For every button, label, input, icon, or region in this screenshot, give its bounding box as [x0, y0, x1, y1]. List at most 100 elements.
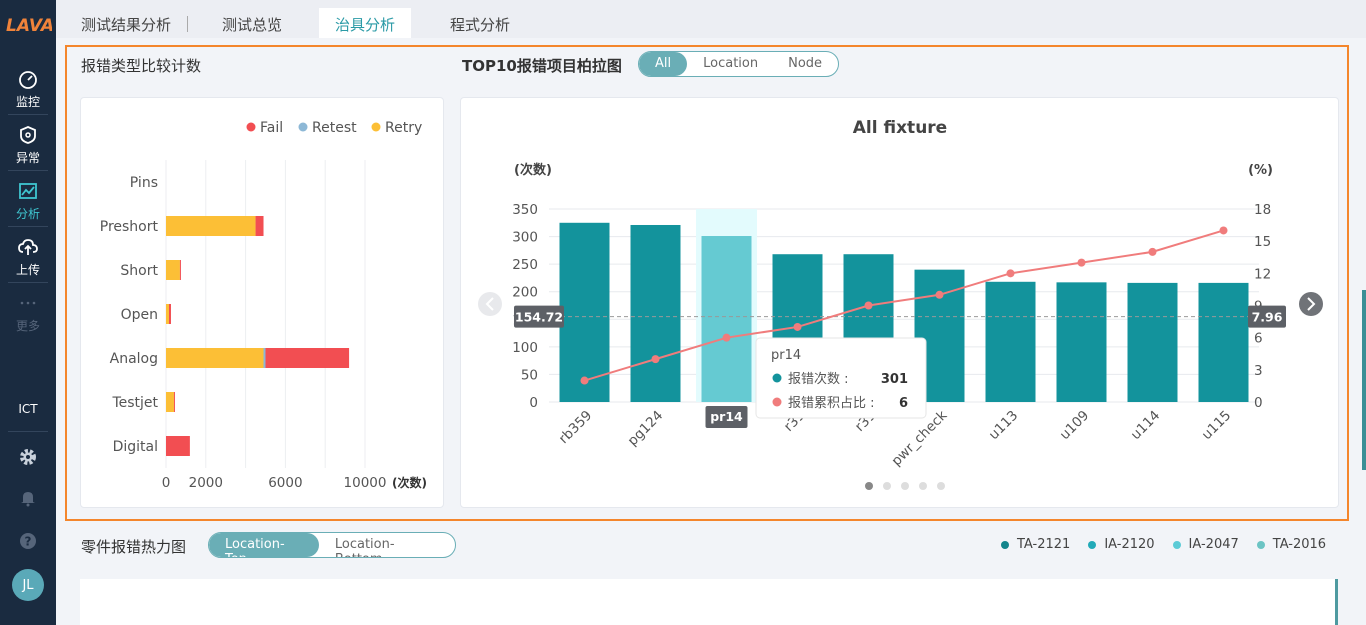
- heatmap-panel: [80, 579, 1338, 625]
- x-axis-unit: (次数): [392, 475, 427, 490]
- x-tick-label: rb359: [556, 408, 596, 448]
- legend-item[interactable]: TA-2016: [1256, 537, 1327, 552]
- legend-item[interactable]: IA-2120: [1088, 537, 1155, 552]
- chevron-left-icon: [478, 292, 502, 316]
- location-bottom-button[interactable]: Location-Bottom: [319, 533, 455, 557]
- x-tick-label: u113: [986, 408, 1022, 444]
- chart-prev-button[interactable]: [478, 292, 502, 316]
- more-dots-icon: [20, 301, 36, 304]
- location-top-button[interactable]: Location-Top: [209, 533, 319, 557]
- y-tick-left: 200: [512, 285, 538, 301]
- legend-dot: [371, 122, 381, 132]
- y-tick-right: 12: [1254, 266, 1271, 282]
- nav-anomaly[interactable]: 异常: [0, 118, 56, 172]
- cumulative-point: [864, 301, 873, 310]
- tab-program-analysis[interactable]: 程式分析: [434, 8, 526, 38]
- gauge-icon: [19, 70, 37, 89]
- tooltip-value: 6: [899, 396, 908, 411]
- y-tick-right: 18: [1254, 202, 1271, 218]
- legend-dot: [1172, 540, 1181, 549]
- bar-segment-retry: [166, 216, 256, 236]
- pagination-dot[interactable]: [901, 482, 909, 490]
- bar-segment-retry: [166, 348, 264, 368]
- category-label: Open: [121, 307, 158, 323]
- y-axis-right-label: (%): [1248, 163, 1273, 178]
- nav-divider: [8, 431, 48, 432]
- category-label: Analog: [110, 351, 158, 367]
- x-tick-label: u109: [1057, 408, 1093, 444]
- tab-test-overview[interactable]: 测试总览: [206, 8, 298, 38]
- legend-label: TA-2121: [1017, 537, 1071, 552]
- bar-segment-fail: [255, 216, 264, 236]
- error-type-chart: Fail Retest Retry 0 2000 6000 10000 (次数) Pins Pre…: [100, 120, 427, 491]
- bar-segment-retry: [166, 392, 174, 412]
- gear-icon[interactable]: [18, 447, 38, 467]
- pareto-bar: [1056, 282, 1107, 402]
- y-tick-left: 50: [521, 367, 538, 383]
- category-label: Preshort: [100, 219, 159, 235]
- nav-more[interactable]: 更多: [0, 286, 56, 340]
- nav-monitor-label: 监控: [15, 94, 40, 109]
- legend-item[interactable]: TA-2121: [1001, 537, 1070, 552]
- svg-text:LAVA: LAVA: [6, 16, 52, 36]
- chart-title: All fixture: [853, 118, 947, 138]
- crosshair-right-value: 7.96: [1252, 310, 1283, 325]
- x-tick-label: 6000: [268, 475, 302, 491]
- chart-next-button[interactable]: [1299, 292, 1323, 316]
- tooltip-label: 报错次数 :: [788, 371, 849, 387]
- bar-segment-retry: [166, 304, 169, 324]
- y-tick-left: 350: [512, 202, 538, 218]
- pareto-bar: [1198, 282, 1249, 402]
- help-icon[interactable]: ?: [18, 531, 38, 551]
- x-tick-label: u114: [1128, 408, 1164, 444]
- filter-node-button[interactable]: Node: [772, 52, 836, 76]
- bar-segment-fail: [173, 392, 175, 412]
- pareto-chart: All fixture(次数)(%)0501001502002503003500…: [478, 118, 1323, 490]
- nav-divider: [8, 170, 48, 171]
- y-tick-left: 300: [512, 230, 538, 246]
- cloud-upload-icon: [18, 238, 38, 255]
- cumulative-point: [722, 333, 731, 342]
- tooltip-dot: [772, 397, 782, 407]
- legend-label: TA-2016: [1272, 537, 1327, 552]
- nav-analysis-label: 分析: [15, 206, 40, 221]
- legend-item[interactable]: IA-2047: [1172, 537, 1239, 552]
- pagination-dot[interactable]: [937, 482, 945, 490]
- legend-label: IA-2047: [1188, 537, 1239, 552]
- cumulative-point: [1219, 226, 1228, 235]
- pareto-bar: [701, 236, 752, 402]
- chart-line-icon: [19, 182, 37, 199]
- y-tick-left: 100: [512, 340, 538, 356]
- sidebar: LAVA 监控 异常 分析 上传 更多 ICT ? JL: [0, 0, 56, 625]
- category-label: Testjet: [111, 395, 158, 411]
- shield-alert-icon: [20, 125, 36, 144]
- pagination-dot[interactable]: [865, 482, 873, 490]
- chart-tooltip: pr14 报错次数 : 301 报错累积占比 : 6: [755, 337, 927, 419]
- nav-monitor[interactable]: 监控: [0, 62, 56, 116]
- y-tick-left: 250: [512, 257, 538, 273]
- pagination-dot[interactable]: [883, 482, 891, 490]
- y-tick-right: 6: [1254, 331, 1263, 347]
- filter-all-button[interactable]: All: [639, 52, 688, 76]
- pagination-dot[interactable]: [919, 482, 927, 490]
- crosshair-category-value: pr14: [710, 409, 743, 424]
- nav-upload[interactable]: 上传: [0, 230, 56, 284]
- svg-text:?: ?: [25, 535, 32, 549]
- y-tick-right: 0: [1254, 395, 1263, 411]
- bar-segment-fail: [179, 260, 181, 280]
- avatar[interactable]: JL: [12, 569, 44, 601]
- tab-test-result-analysis[interactable]: 测试结果分析: [65, 8, 187, 38]
- pareto-bar: [985, 281, 1036, 402]
- nav-upload-label: 上传: [15, 262, 40, 277]
- pareto-card: All fixture(次数)(%)0501001502002503003500…: [460, 97, 1339, 508]
- legend-dot: [1256, 540, 1265, 549]
- nav-analysis[interactable]: 分析: [0, 174, 56, 228]
- filter-location-button[interactable]: Location: [687, 52, 772, 76]
- bar-segment-fail: [168, 304, 171, 324]
- tab-fixture-analysis[interactable]: 治具分析: [319, 8, 412, 38]
- lava-logo[interactable]: LAVA: [4, 12, 52, 36]
- bell-icon[interactable]: [18, 488, 38, 508]
- page-scrollbar[interactable]: [1362, 290, 1366, 470]
- nav-divider: [8, 282, 48, 283]
- top-tabs: 测试结果分析 测试总览 治具分析 程式分析: [56, 0, 1366, 38]
